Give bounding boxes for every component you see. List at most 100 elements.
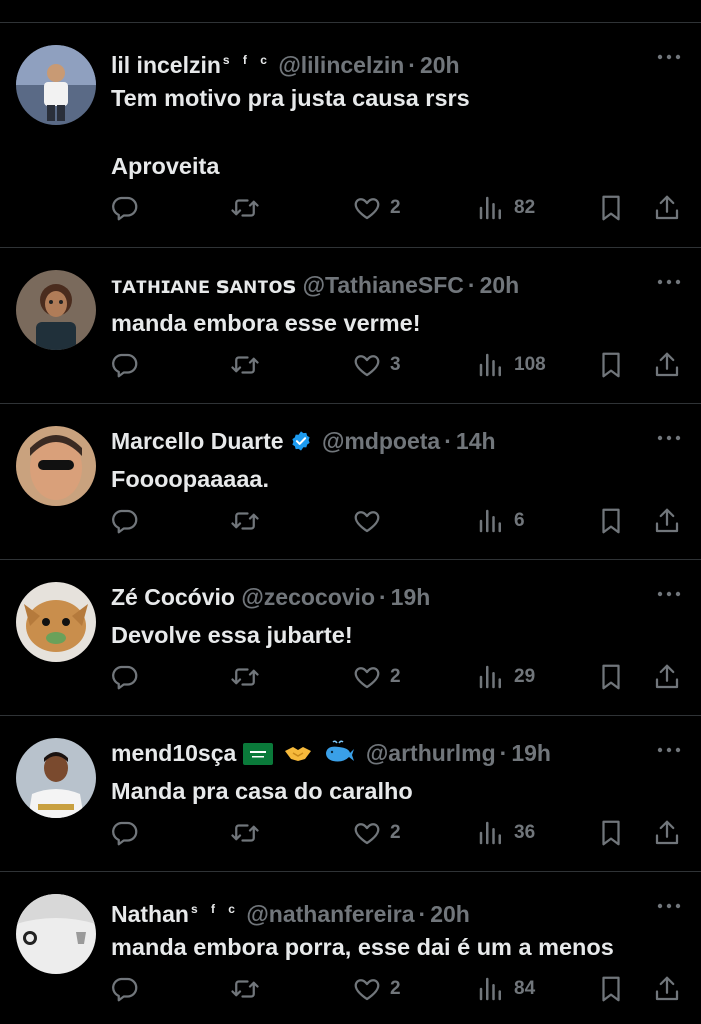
tweet[interactable]: ᴛᴀᴛʜɪᴀɴᴇ ꜱᴀɴᴛᴏꜱ @TathianeSFC · 20h manda e… bbox=[0, 248, 701, 404]
bookmark-button[interactable] bbox=[596, 504, 626, 538]
tweet-text: Tem motivo pra justa causa rsrs Aproveit… bbox=[111, 85, 470, 179]
share-icon bbox=[655, 664, 679, 689]
tweet[interactable]: Nathan s f c @nathanfereira · 20h manda emb… bbox=[0, 872, 701, 1024]
retweet-button[interactable] bbox=[230, 504, 268, 538]
views-button[interactable]: 108 bbox=[476, 348, 546, 382]
share-button[interactable] bbox=[652, 348, 682, 382]
handle[interactable]: @zecocovio bbox=[241, 584, 375, 610]
tweet-text: manda embora porra, esse dai é um a meno… bbox=[111, 934, 614, 960]
reply-button[interactable] bbox=[110, 972, 148, 1006]
tweet[interactable]: Marcello Duarte @mdpoeta · 14h Foooораaaaa… bbox=[0, 404, 701, 560]
avatar[interactable] bbox=[16, 738, 96, 818]
handle[interactable]: @arthurlmg bbox=[366, 740, 496, 766]
more-icon[interactable] bbox=[655, 428, 683, 448]
reply-button[interactable] bbox=[110, 191, 148, 225]
views-button[interactable]: 36 bbox=[476, 816, 535, 850]
retweet-button[interactable] bbox=[230, 816, 268, 850]
tweet[interactable]: lil incelzin s f c @lilincelzin · 20h Tem m… bbox=[0, 23, 701, 248]
retweet-icon bbox=[231, 668, 259, 686]
more-icon[interactable] bbox=[655, 896, 683, 916]
like-count: 3 bbox=[390, 354, 401, 375]
tweet-header: Zé Cocóvio @zecocovio · 19h bbox=[111, 581, 641, 613]
display-name[interactable]: ᴛᴀᴛʜɪᴀɴᴇ ꜱᴀɴᴛᴏꜱ bbox=[111, 272, 296, 298]
views-button[interactable]: 82 bbox=[476, 191, 535, 225]
bookmark-button[interactable] bbox=[596, 348, 626, 382]
display-name[interactable]: Zé Cocóvio bbox=[111, 584, 235, 610]
bookmark-button[interactable] bbox=[596, 191, 626, 225]
action-bar: 6 bbox=[110, 504, 683, 538]
retweet-icon bbox=[231, 199, 259, 217]
views-button[interactable]: 6 bbox=[476, 504, 525, 538]
retweet-button[interactable] bbox=[230, 660, 268, 694]
avatar[interactable] bbox=[16, 894, 96, 974]
retweet-button[interactable] bbox=[230, 348, 268, 382]
avatar[interactable] bbox=[16, 45, 96, 125]
handle[interactable]: @nathanfereira bbox=[246, 901, 414, 927]
reply-button[interactable] bbox=[110, 348, 148, 382]
reply-feed: lil incelzin s f c @lilincelzin · 20h Tem m… bbox=[0, 0, 701, 1024]
share-icon bbox=[655, 508, 679, 533]
timestamp[interactable]: 20h bbox=[430, 901, 470, 927]
views-icon bbox=[479, 196, 501, 220]
more-icon[interactable] bbox=[655, 272, 683, 292]
like-button[interactable]: 3 bbox=[352, 348, 401, 382]
avatar[interactable] bbox=[16, 582, 96, 662]
timestamp[interactable]: 19h bbox=[391, 584, 431, 610]
retweet-button[interactable] bbox=[230, 191, 268, 225]
bookmark-button[interactable] bbox=[596, 816, 626, 850]
more-icon[interactable] bbox=[655, 47, 683, 67]
like-button[interactable]: 2 bbox=[352, 816, 401, 850]
display-name[interactable]: Marcello Duarte bbox=[111, 428, 284, 454]
timestamp[interactable]: 19h bbox=[511, 740, 551, 766]
views-count: 6 bbox=[514, 510, 525, 531]
like-button[interactable]: 2 bbox=[352, 191, 401, 225]
tweet-header: Marcello Duarte @mdpoeta · 14h bbox=[111, 425, 641, 457]
display-name[interactable]: lil incelzin bbox=[111, 52, 221, 78]
share-button[interactable] bbox=[652, 504, 682, 538]
share-button[interactable] bbox=[652, 191, 682, 225]
like-button[interactable] bbox=[352, 504, 390, 538]
retweet-icon bbox=[231, 980, 259, 998]
heart-icon bbox=[354, 511, 380, 533]
separator: · bbox=[444, 428, 452, 454]
retweet-button[interactable] bbox=[230, 972, 268, 1006]
like-button[interactable]: 2 bbox=[352, 972, 401, 1006]
share-icon bbox=[655, 820, 679, 845]
share-icon bbox=[655, 352, 679, 377]
more-icon[interactable] bbox=[655, 584, 683, 604]
action-bar: 2 36 bbox=[110, 816, 683, 850]
share-button[interactable] bbox=[652, 972, 682, 1006]
tweet[interactable]: Zé Cocóvio @zecocovio · 19h Devolve essa j… bbox=[0, 560, 701, 716]
share-button[interactable] bbox=[652, 660, 682, 694]
views-count: 108 bbox=[514, 354, 546, 375]
views-count: 29 bbox=[514, 666, 536, 687]
display-name[interactable]: Nathan bbox=[111, 901, 189, 927]
reply-button[interactable] bbox=[110, 660, 148, 694]
timestamp[interactable]: 20h bbox=[420, 52, 460, 78]
more-icon[interactable] bbox=[655, 740, 683, 760]
timestamp[interactable]: 14h bbox=[456, 428, 496, 454]
separator: · bbox=[408, 52, 416, 78]
separator: · bbox=[418, 901, 427, 927]
views-button[interactable]: 84 bbox=[476, 972, 535, 1006]
bookmark-button[interactable] bbox=[596, 972, 626, 1006]
display-name[interactable]: mend10sça bbox=[111, 740, 236, 766]
whale-icon bbox=[326, 740, 355, 762]
reply-icon bbox=[112, 665, 138, 690]
handle[interactable]: @lilincelzin bbox=[278, 52, 404, 78]
like-button[interactable]: 2 bbox=[352, 660, 401, 694]
views-count: 82 bbox=[514, 197, 536, 218]
share-button[interactable] bbox=[652, 816, 682, 850]
reply-button[interactable] bbox=[110, 816, 148, 850]
avatar[interactable] bbox=[16, 270, 96, 350]
bookmark-button[interactable] bbox=[596, 660, 626, 694]
views-button[interactable]: 29 bbox=[476, 660, 535, 694]
avatar[interactable] bbox=[16, 426, 96, 506]
tweet[interactable]: mend10sça @arthurlmg · 19h Manda pra casa … bbox=[0, 716, 701, 872]
reply-button[interactable] bbox=[110, 504, 148, 538]
heart-icon bbox=[354, 667, 380, 689]
handle[interactable]: @TathianeSFC bbox=[303, 272, 464, 298]
timestamp[interactable]: 20h bbox=[480, 272, 520, 298]
views-icon bbox=[479, 665, 501, 689]
handle[interactable]: @mdpoeta bbox=[322, 428, 440, 454]
